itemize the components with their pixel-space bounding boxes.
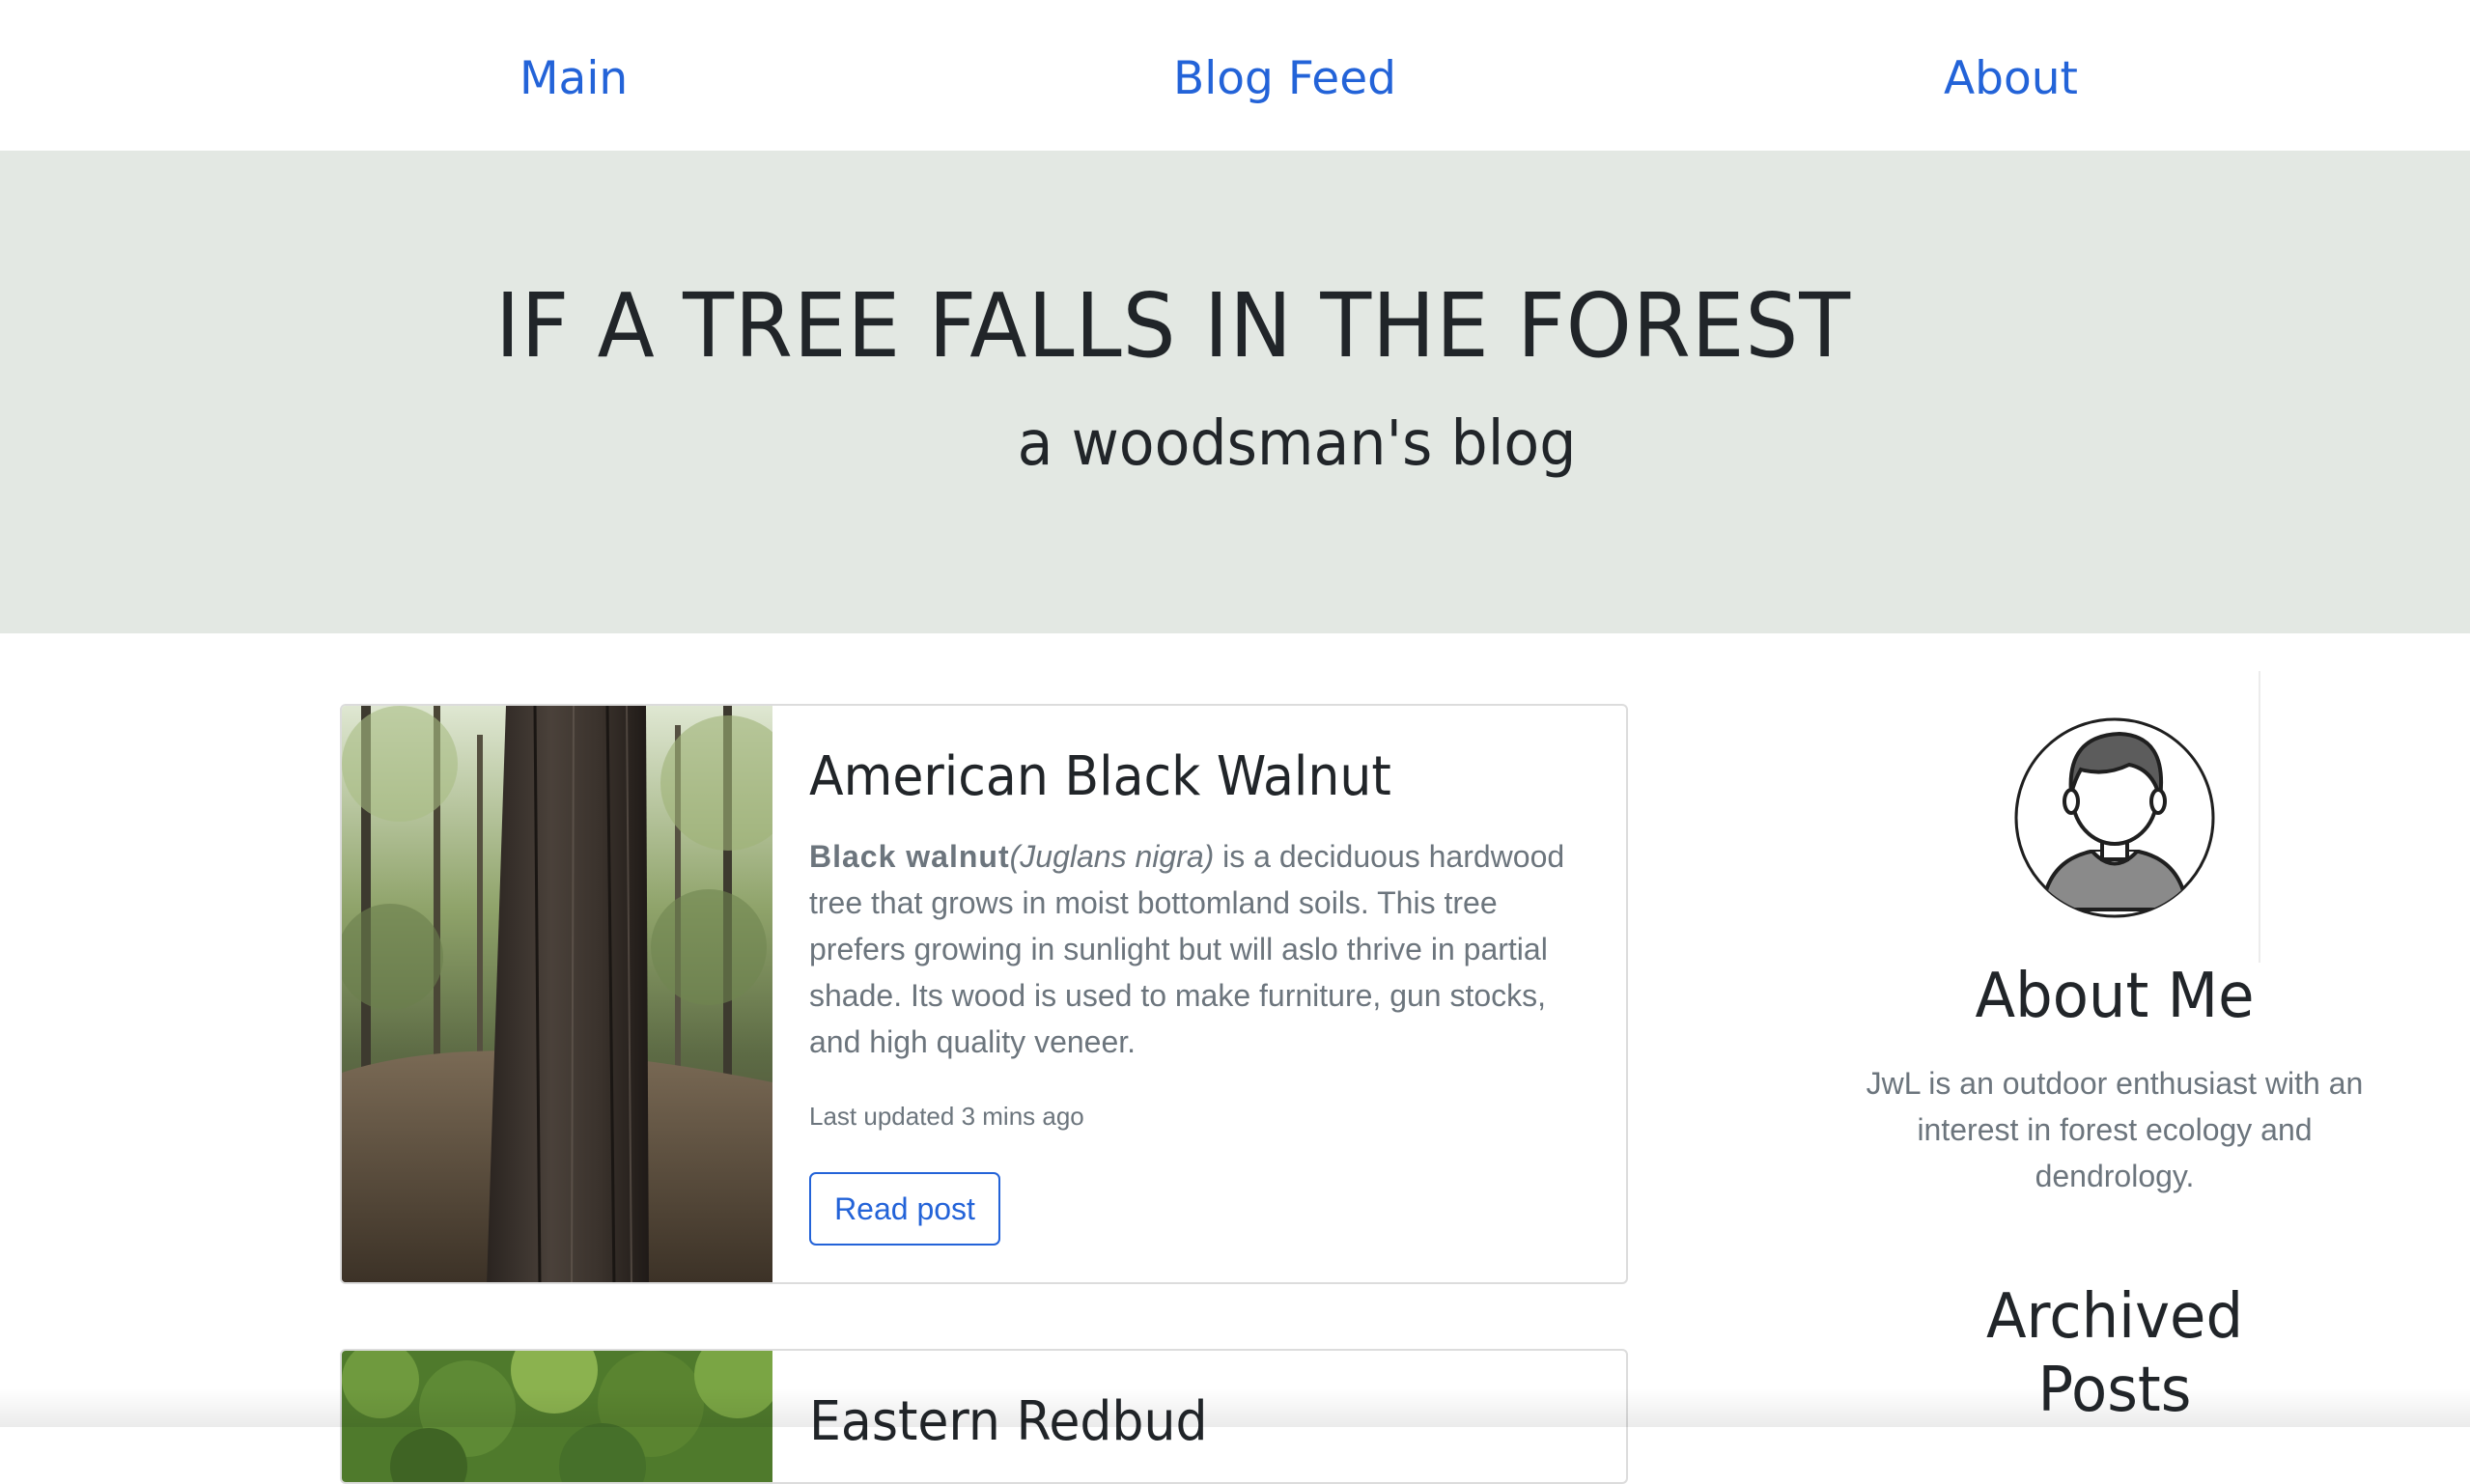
post-updated-time: Last updated 3 mins ago [809, 1102, 1084, 1131]
site-title: IF A TREE FALLS IN THE FOREST [495, 274, 1851, 378]
top-nav: Main Blog Feed About [0, 0, 2470, 151]
post-title[interactable]: Eastern Redbud [809, 1390, 1208, 1453]
nav-link-blog-feed[interactable]: Blog Feed [1173, 56, 1396, 101]
post-thumbnail-image[interactable] [342, 1351, 772, 1482]
post-title[interactable]: American Black Walnut [809, 745, 1391, 808]
post-common-name: Black walnut [809, 839, 1010, 874]
sidebar-divider [2259, 671, 2260, 963]
post-card: Eastern Redbud [340, 1349, 1628, 1484]
post-excerpt: Black walnut(Juglans nigra) is a deciduo… [809, 833, 1601, 1065]
archived-heading-line1: Archived [1985, 1281, 2244, 1353]
post-card: American Black Walnut Black walnut(Jugla… [340, 704, 1628, 1284]
archived-heading-line2: Posts [2037, 1355, 2192, 1426]
about-me-heading: About Me [1975, 961, 2255, 1032]
post-thumbnail-image[interactable] [342, 706, 772, 1282]
avatar-icon [2013, 716, 2216, 919]
archived-posts-heading: Archived Posts [1821, 1280, 2408, 1427]
site-subtitle: a woodsman's blog [1017, 408, 1577, 480]
nav-link-main[interactable]: Main [519, 56, 628, 101]
about-me-text: JwL is an outdoor enthusiast with an int… [1866, 1066, 2364, 1193]
hero-banner [0, 151, 2470, 633]
read-post-button[interactable]: Read post [809, 1172, 1000, 1246]
post-scientific-name: (Juglans nigra) [1009, 839, 1215, 874]
nav-link-about[interactable]: About [1944, 56, 2078, 101]
